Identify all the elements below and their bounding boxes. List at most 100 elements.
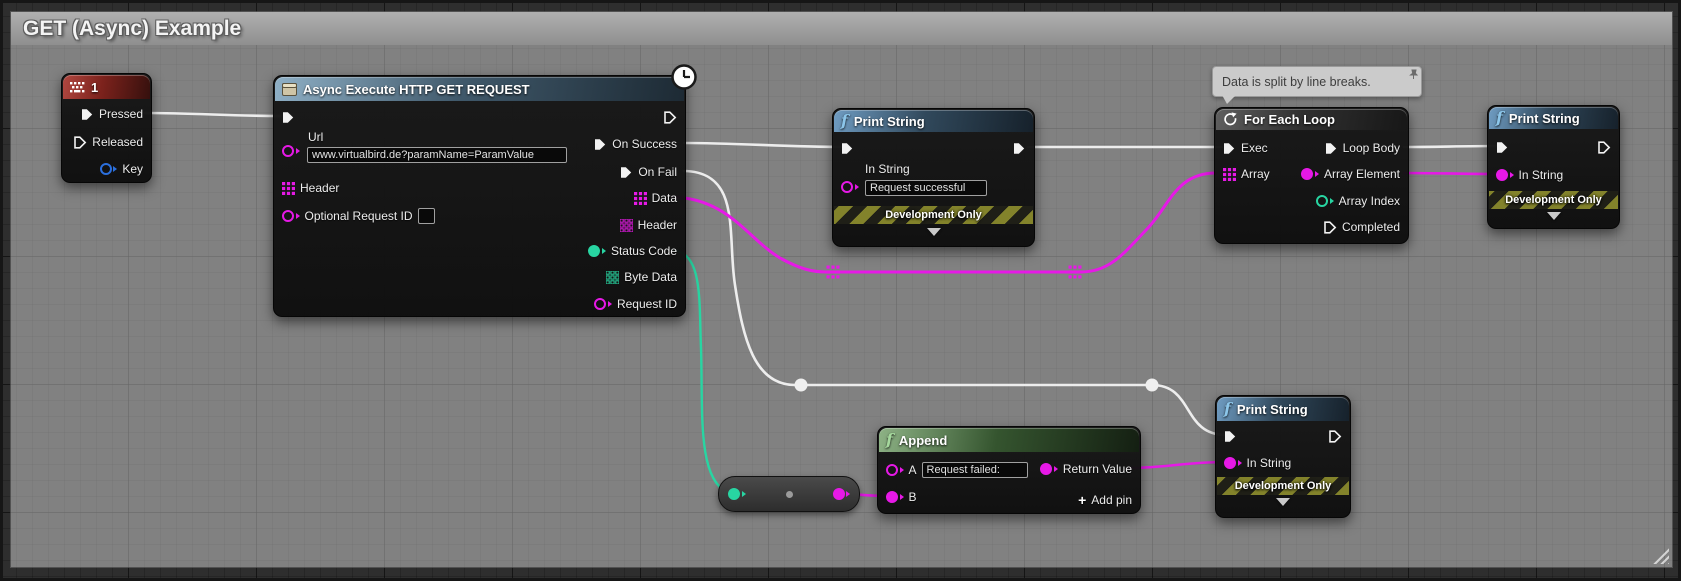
pin-label: Byte Data bbox=[624, 270, 677, 284]
exec-in-pin[interactable] bbox=[841, 142, 854, 155]
array-in-pin[interactable] bbox=[1223, 168, 1236, 181]
append-a-field[interactable]: Request failed: bbox=[922, 462, 1028, 478]
conversion-dot bbox=[786, 491, 793, 498]
data-array-pin[interactable] bbox=[634, 192, 647, 205]
append-b-pin[interactable] bbox=[886, 491, 904, 503]
exec-in-pin[interactable] bbox=[282, 111, 295, 124]
pin-label: Completed bbox=[1342, 220, 1400, 234]
key-pin[interactable] bbox=[100, 163, 118, 175]
header-array-pin[interactable] bbox=[282, 182, 295, 195]
http-request-node[interactable]: Async Execute HTTP GET REQUEST Url www.v… bbox=[273, 75, 686, 317]
byte-data-array-pin[interactable] bbox=[606, 271, 619, 284]
loop-icon bbox=[1223, 112, 1238, 127]
url-pin[interactable] bbox=[282, 145, 300, 157]
async-task-icon bbox=[282, 83, 297, 96]
pin-label: A bbox=[909, 463, 917, 477]
return-value-pin[interactable] bbox=[1040, 463, 1058, 475]
append-header[interactable]: f Append bbox=[879, 428, 1139, 452]
function-icon: f bbox=[1496, 110, 1503, 126]
keyboard-icon bbox=[70, 82, 85, 93]
pin-label: On Success bbox=[612, 137, 677, 151]
on-fail-pin[interactable] bbox=[620, 166, 633, 179]
pin-label: Return Value bbox=[1063, 462, 1132, 476]
print-string-header[interactable]: f Print String bbox=[834, 110, 1033, 132]
function-icon: f bbox=[1224, 401, 1231, 417]
exec-out-pin[interactable] bbox=[1598, 141, 1611, 154]
pin-label: Array bbox=[1241, 167, 1270, 181]
exec-out-pin[interactable] bbox=[664, 111, 677, 124]
array-index-pin[interactable] bbox=[1316, 195, 1334, 207]
pin-label: Array Index bbox=[1339, 194, 1400, 208]
completed-pin[interactable] bbox=[1324, 221, 1337, 234]
comment-header[interactable]: GET (Async) Example bbox=[11, 12, 1672, 45]
header-out-array-pin[interactable] bbox=[620, 219, 633, 232]
pin-label: Loop Body bbox=[1343, 141, 1400, 155]
function-icon: f bbox=[886, 432, 893, 448]
exec-in-pin[interactable] bbox=[1223, 142, 1236, 155]
node-comment-bubble[interactable]: Data is split by line breaks. bbox=[1212, 66, 1422, 97]
foreach-header[interactable]: For Each Loop bbox=[1216, 109, 1407, 130]
to-string-conversion-node[interactable] bbox=[718, 476, 860, 512]
development-only-banner: Development Only bbox=[1217, 477, 1349, 495]
print-string-fail-node[interactable]: f Print String In String Development Onl… bbox=[1215, 395, 1351, 518]
function-icon: f bbox=[841, 113, 848, 129]
in-string-label: In String bbox=[1247, 456, 1292, 470]
pin-label: Array Element bbox=[1324, 167, 1400, 181]
on-success-pin[interactable] bbox=[594, 138, 607, 151]
node-title: Print String bbox=[1237, 402, 1308, 417]
optional-request-id-field[interactable] bbox=[418, 208, 435, 224]
add-pin-label: Add pin bbox=[1091, 493, 1132, 507]
pin-label: Optional Request ID bbox=[305, 209, 413, 223]
blueprint-canvas[interactable]: GET (Async) Example bbox=[0, 0, 1681, 581]
in-string-pin[interactable] bbox=[1224, 457, 1242, 469]
status-code-pin[interactable] bbox=[588, 245, 606, 257]
node-title: For Each Loop bbox=[1244, 112, 1335, 127]
pin-label: Key bbox=[122, 162, 143, 176]
key-event-header[interactable]: 1 bbox=[63, 75, 150, 99]
exec-pin-released[interactable] bbox=[74, 136, 87, 149]
print-string-element-node[interactable]: f Print String In String Development Onl… bbox=[1487, 105, 1620, 229]
exec-out-pin[interactable] bbox=[1013, 142, 1026, 155]
optional-request-id-pin[interactable] bbox=[282, 210, 300, 222]
exec-in-pin[interactable] bbox=[1496, 141, 1509, 154]
exec-pin-pressed[interactable] bbox=[81, 108, 94, 121]
print-string-header[interactable]: f Print String bbox=[1217, 397, 1349, 421]
in-string-label: In String bbox=[865, 162, 910, 176]
collapse-arrow-icon[interactable] bbox=[1276, 498, 1290, 506]
node-title: Append bbox=[899, 433, 947, 448]
add-pin-button[interactable]: Add pin + bbox=[1078, 488, 1132, 512]
conversion-in-pin[interactable] bbox=[728, 488, 746, 500]
url-field[interactable]: www.virtualbird.de?paramName=ParamValue bbox=[307, 147, 567, 163]
append-a-pin[interactable] bbox=[886, 464, 904, 476]
pin-label: B bbox=[909, 490, 917, 504]
array-element-pin[interactable] bbox=[1301, 168, 1319, 180]
in-string-pin[interactable] bbox=[841, 181, 859, 193]
exec-out-pin[interactable] bbox=[1329, 430, 1342, 443]
collapse-arrow-icon[interactable] bbox=[1547, 212, 1561, 220]
exec-in-pin[interactable] bbox=[1224, 430, 1237, 443]
pin-label: Header bbox=[300, 181, 339, 195]
conversion-out-pin[interactable] bbox=[833, 488, 851, 500]
node-title: Print String bbox=[854, 114, 925, 129]
comment-title: GET (Async) Example bbox=[23, 17, 241, 41]
comment-resize-handle[interactable] bbox=[1652, 547, 1669, 564]
loop-body-pin[interactable] bbox=[1325, 142, 1338, 155]
http-request-header[interactable]: Async Execute HTTP GET REQUEST bbox=[275, 77, 684, 101]
request-id-pin[interactable] bbox=[594, 298, 612, 310]
in-string-field[interactable]: Request successful bbox=[865, 180, 987, 196]
collapse-arrow-icon[interactable] bbox=[927, 228, 941, 236]
development-only-banner: Development Only bbox=[834, 206, 1033, 224]
append-node[interactable]: f Append A Request failed: B Return Valu… bbox=[877, 426, 1141, 514]
in-string-label: In String bbox=[1519, 168, 1564, 182]
bubble-pin-icon[interactable] bbox=[1408, 69, 1419, 83]
foreach-loop-node[interactable]: For Each Loop Exec Array Loop Body Array… bbox=[1214, 107, 1409, 244]
node-title: Async Execute HTTP GET REQUEST bbox=[303, 82, 530, 97]
pin-label: Header bbox=[638, 218, 677, 232]
print-string-header[interactable]: f Print String bbox=[1489, 107, 1618, 129]
pin-label: Exec bbox=[1241, 141, 1268, 155]
pin-label: Released bbox=[92, 135, 143, 149]
print-string-success-node[interactable]: f Print String In String Request success… bbox=[832, 108, 1035, 247]
key-event-node[interactable]: 1 Pressed Released Key bbox=[61, 73, 152, 183]
pin-label: Data bbox=[652, 191, 677, 205]
in-string-pin[interactable] bbox=[1496, 169, 1514, 181]
